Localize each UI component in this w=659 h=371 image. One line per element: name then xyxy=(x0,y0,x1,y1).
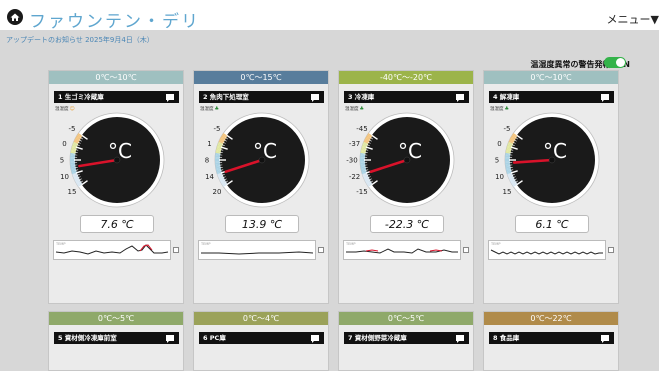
sensor-name: 6 PC庫 xyxy=(203,334,226,342)
gauge-tick-label: 0 xyxy=(62,140,66,148)
gauge-tick-label: -5 xyxy=(503,125,510,133)
gauge-tick-label: 14 xyxy=(205,173,214,181)
temperature-reading: 13.9 ℃ xyxy=(225,215,299,233)
gauge-tick-label: 5 xyxy=(60,157,64,165)
home-icon[interactable] xyxy=(7,9,23,25)
temperature-reading: 6.1 ℃ xyxy=(515,215,589,233)
temperature-gauge: 201481-5°C xyxy=(196,110,328,210)
comment-icon[interactable] xyxy=(311,335,319,341)
comment-icon[interactable] xyxy=(601,335,609,341)
temperature-sparkline: TEMP xyxy=(343,240,461,260)
gauge-tick-label: 10 xyxy=(60,173,69,181)
temperature-reading: 7.6 ℃ xyxy=(80,215,154,233)
sensor-name: 3 冷凍庫 xyxy=(348,93,374,101)
comment-icon[interactable] xyxy=(166,335,174,341)
range-header: 0℃〜22℃ xyxy=(484,312,618,325)
sensor-name-bar[interactable]: 2 魚肉下処理室 xyxy=(199,91,324,103)
comment-icon[interactable] xyxy=(456,335,464,341)
comment-icon[interactable] xyxy=(166,94,174,100)
gauge-tick-label: -5 xyxy=(68,125,75,133)
select-checkbox[interactable] xyxy=(608,247,614,253)
menu-button[interactable]: メニュー▼ xyxy=(607,11,659,27)
range-header: 0℃〜5℃ xyxy=(49,312,183,325)
update-notice-link[interactable]: アップデートのお知らせ 2025年9月4日（木） xyxy=(6,35,154,45)
sensor-name: 5 資材側冷凍庫前室 xyxy=(58,334,117,342)
gauge-tick-label: 0 xyxy=(497,140,501,148)
sensor-name-bar[interactable]: 1 生ゴミ冷蔵庫 xyxy=(54,91,179,103)
sensor-card[interactable]: 0℃〜22℃ 8 食品庫 xyxy=(483,311,619,371)
range-header: -40℃〜-20℃ xyxy=(339,71,473,84)
sensor-name-bar[interactable]: 3 冷凍庫 xyxy=(344,91,469,103)
gauge-tick-label: 8 xyxy=(205,157,209,165)
sensor-card[interactable]: 0℃〜5℃ 7 資材側野菜冷蔵庫 xyxy=(338,311,474,371)
gauge-needle-hub xyxy=(259,157,265,163)
sensor-name-bar[interactable]: 8 食品庫 xyxy=(489,332,614,344)
sensor-name: 2 魚肉下処理室 xyxy=(203,93,249,101)
range-header: 0℃〜10℃ xyxy=(484,71,618,84)
sensor-card[interactable]: 0℃〜4℃ 6 PC庫 xyxy=(193,311,329,371)
sensor-name-bar[interactable]: 6 PC庫 xyxy=(199,332,324,344)
range-header: 0℃〜10℃ xyxy=(49,71,183,84)
gauge-tick-label: 15 xyxy=(67,188,76,196)
gauge-needle-hub xyxy=(549,157,555,163)
temperature-sparkline: TEMP xyxy=(198,240,316,260)
temperature-gauge: 151050-5°C xyxy=(486,110,618,210)
gauge-tick-label: -45 xyxy=(356,125,367,133)
gauge-tick-label: -37 xyxy=(349,140,360,148)
gauge-tick-label: -22 xyxy=(349,173,360,181)
gauge-tick-label: 15 xyxy=(502,188,511,196)
sensor-name: 7 資材側野菜冷蔵庫 xyxy=(348,334,407,342)
sensor-name-bar[interactable]: 7 資材側野菜冷蔵庫 xyxy=(344,332,469,344)
select-checkbox[interactable] xyxy=(318,247,324,253)
gauge-tick-label: 20 xyxy=(212,188,221,196)
alarm-toggle[interactable] xyxy=(604,57,626,68)
sensor-name: 4 解凍庫 xyxy=(493,93,519,101)
gauge-tick-label: -5 xyxy=(213,125,220,133)
gauge-tick-label: 5 xyxy=(495,157,499,165)
temperature-sparkline: TEMP xyxy=(488,240,606,260)
sensor-card[interactable]: 0℃〜15℃ 2 魚肉下処理室 温湿度♣ 201481-5°C 13.9 ℃ T… xyxy=(193,70,329,304)
temperature-gauge: -15-22-30-37-45°C xyxy=(341,110,473,210)
sensor-name: 1 生ゴミ冷蔵庫 xyxy=(58,93,104,101)
range-header: 0℃〜15℃ xyxy=(194,71,328,84)
gauge-tick-label: -15 xyxy=(356,188,367,196)
sensor-name: 8 食品庫 xyxy=(493,334,519,342)
gauge-tick-label: -30 xyxy=(346,157,357,165)
sensor-name-bar[interactable]: 4 解凍庫 xyxy=(489,91,614,103)
comment-icon[interactable] xyxy=(456,94,464,100)
gauge-tick-label: 1 xyxy=(207,140,211,148)
comment-icon[interactable] xyxy=(601,94,609,100)
select-checkbox[interactable] xyxy=(463,247,469,253)
sensor-name-bar[interactable]: 5 資材側冷凍庫前室 xyxy=(54,332,179,344)
gauge-tick-label: 10 xyxy=(495,173,504,181)
sensor-card[interactable]: -40℃〜-20℃ 3 冷凍庫 温湿度♣ -15-22-30-37-45°C -… xyxy=(338,70,474,304)
range-header: 0℃〜4℃ xyxy=(194,312,328,325)
temperature-gauge: 151050-5°C xyxy=(51,110,183,210)
temperature-sparkline: TEMP xyxy=(53,240,171,260)
select-checkbox[interactable] xyxy=(173,247,179,253)
app-header: ファウンテン・デリ メニュー▼ xyxy=(0,0,659,30)
page-title: ファウンテン・デリ xyxy=(29,7,200,32)
temperature-reading: -22.3 ℃ xyxy=(370,215,444,233)
sensor-card[interactable]: 0℃〜5℃ 5 資材側冷凍庫前室 xyxy=(48,311,184,371)
comment-icon[interactable] xyxy=(311,94,319,100)
gauge-needle-hub xyxy=(404,157,410,163)
sensor-card[interactable]: 0℃〜10℃ 4 解凍庫 温湿度♣ 151050-5°C 6.1 ℃ TEMP xyxy=(483,70,619,304)
gauge-needle-hub xyxy=(114,157,120,163)
sensor-card[interactable]: 0℃〜10℃ 1 生ゴミ冷蔵庫 温湿度☺ 151050-5°C 7.6 ℃ TE… xyxy=(48,70,184,304)
range-header: 0℃〜5℃ xyxy=(339,312,473,325)
